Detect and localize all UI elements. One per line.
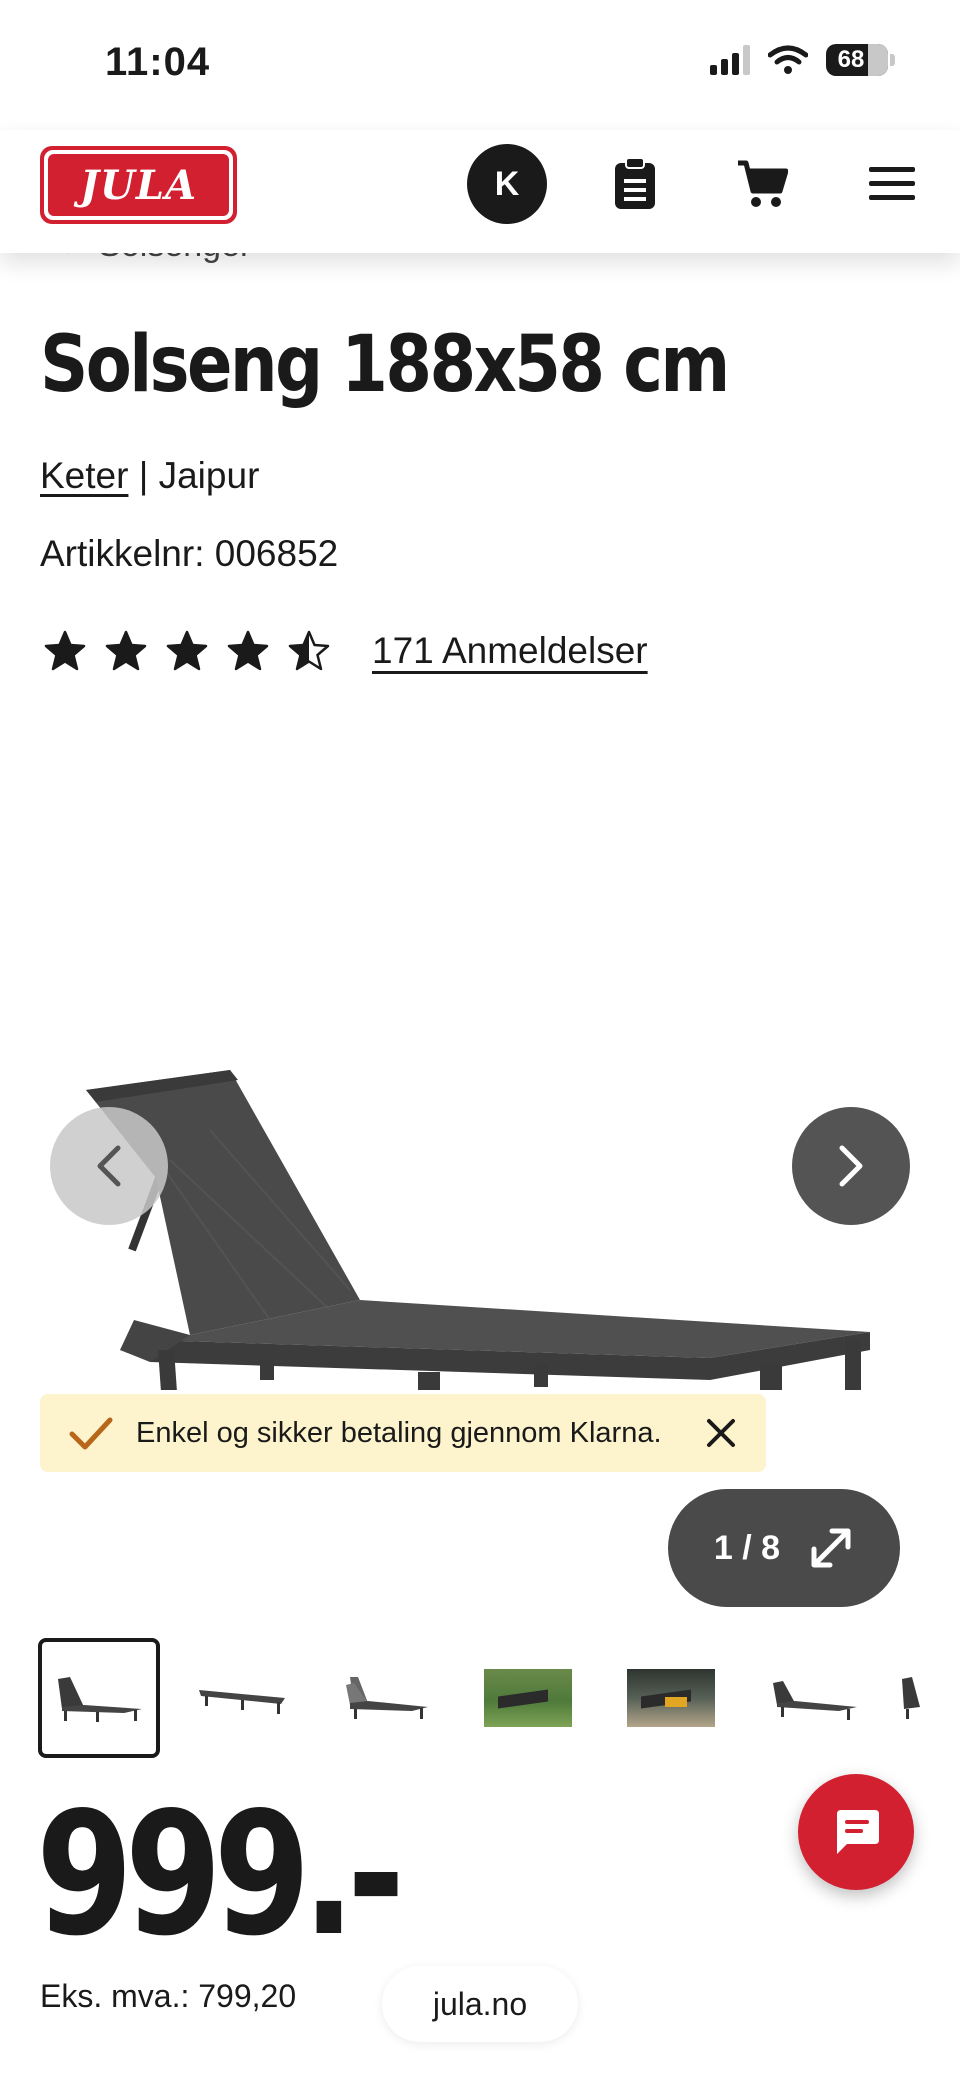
star-icon	[227, 630, 269, 671]
clipboard-icon[interactable]	[603, 152, 667, 216]
chat-icon	[837, 1810, 879, 1854]
signal-icon	[710, 45, 750, 75]
thumbnail-5[interactable]	[610, 1638, 732, 1758]
thumbnail-lounger-partial-image	[902, 1677, 920, 1719]
reviews-link[interactable]: 171 Anmeldelser	[372, 630, 648, 672]
menu-icon[interactable]	[860, 152, 924, 216]
chat-button[interactable]	[798, 1774, 914, 1890]
thumbnail-garden-photo	[484, 1669, 572, 1727]
jula-logo[interactable]: JULA	[40, 146, 237, 224]
brand-link[interactable]: Keter	[40, 455, 128, 496]
thumbnail-lounger-side-image	[773, 1681, 857, 1720]
battery-icon: 68	[826, 44, 888, 76]
thumbnail-3[interactable]	[324, 1638, 446, 1758]
thumbnail-patio-photo	[627, 1669, 715, 1727]
brand-separator: |	[128, 455, 159, 496]
klarna-banner: Enkel og sikker betaling gjennom Klarna.	[40, 1394, 766, 1472]
star-icon	[288, 630, 330, 671]
series-name: Jaipur	[158, 455, 260, 496]
image-counter: 1 / 8	[713, 1528, 781, 1567]
close-banner-button[interactable]	[698, 1410, 744, 1456]
cart-icon[interactable]	[730, 152, 794, 216]
thumbnail-1[interactable]	[38, 1638, 160, 1758]
avatar-initial: K	[494, 164, 520, 203]
battery-level: 68	[837, 46, 865, 73]
thumbnail-7[interactable]	[896, 1638, 928, 1758]
expand-icon	[811, 1528, 851, 1568]
battery-tip	[890, 54, 895, 66]
image-counter-fullscreen[interactable]: 1 / 8	[668, 1489, 900, 1607]
star-icon	[105, 630, 147, 671]
star-icon	[166, 630, 208, 671]
check-icon	[69, 1417, 113, 1450]
star-icon	[44, 630, 86, 671]
star-rating	[44, 630, 330, 672]
chevron-right-icon	[839, 1145, 863, 1187]
status-bar: 11:04 68	[0, 0, 960, 130]
product-gallery: Enkel og sikker betaling gjennom Klarna.…	[0, 780, 960, 1610]
thumbnail-2[interactable]	[181, 1638, 303, 1758]
thumbnail-positions-image	[346, 1677, 428, 1719]
product-image	[86, 1070, 870, 1390]
thumbnail-6[interactable]	[753, 1638, 875, 1758]
thumbnail-lounger-image	[58, 1677, 142, 1722]
price-excl-vat: Eks. mva.: 799,20	[40, 1978, 297, 2014]
account-avatar[interactable]: K	[467, 144, 547, 224]
previous-image-button[interactable]	[50, 1107, 168, 1225]
rating-row: 171 Anmeldelser	[44, 630, 648, 672]
next-image-button[interactable]	[792, 1107, 910, 1225]
wifi-icon	[768, 45, 808, 74]
site-header: JULA K	[0, 130, 960, 253]
article-number: Artikkelnr: 006852	[40, 533, 339, 574]
close-icon	[707, 1419, 735, 1447]
chevron-left-icon	[97, 1145, 121, 1187]
thumbnail-strip	[38, 1638, 928, 1758]
logo-text: JULA	[80, 161, 197, 209]
banner-text: Enkel og sikker betaling gjennom Klarna.	[136, 1416, 662, 1449]
brand-line: Keter | Jaipur	[40, 455, 259, 497]
thumbnail-4[interactable]	[467, 1638, 589, 1758]
url-text: jula.no	[432, 1985, 528, 2022]
product-title: Solseng 188x58 cm	[40, 320, 730, 410]
status-time: 11:04	[105, 40, 211, 84]
browser-url-pill[interactable]: jula.no	[382, 1966, 578, 2042]
product-price: 999.-	[36, 1776, 405, 1974]
thumbnail-lounger-flat-image	[199, 1690, 285, 1714]
status-icons: 68	[710, 44, 895, 76]
